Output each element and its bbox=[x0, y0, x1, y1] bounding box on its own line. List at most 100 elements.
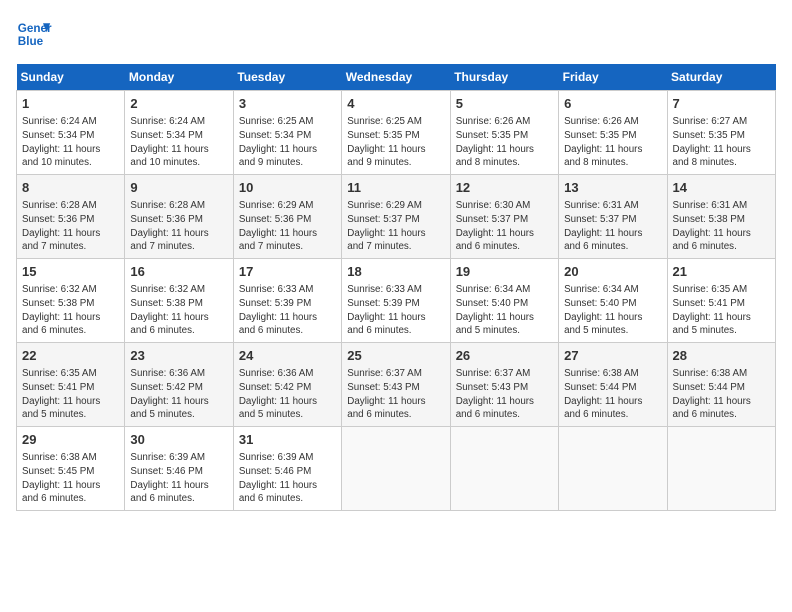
cell-info: Sunrise: 6:28 AM Sunset: 5:36 PM Dayligh… bbox=[130, 199, 227, 254]
day-number: 5 bbox=[456, 95, 553, 113]
day-number: 25 bbox=[347, 347, 444, 365]
cell-info: Sunrise: 6:29 AM Sunset: 5:37 PM Dayligh… bbox=[347, 199, 444, 254]
cell-info: Sunrise: 6:34 AM Sunset: 5:40 PM Dayligh… bbox=[564, 283, 661, 338]
calendar-cell: 21 Sunrise: 6:35 AM Sunset: 5:41 PM Dayli… bbox=[667, 259, 775, 343]
day-header-wednesday: Wednesday bbox=[342, 64, 450, 91]
cell-info: Sunrise: 6:38 AM Sunset: 5:45 PM Dayligh… bbox=[22, 451, 119, 506]
day-header-thursday: Thursday bbox=[450, 64, 558, 91]
calendar-cell: 5 Sunrise: 6:26 AM Sunset: 5:35 PM Daylig… bbox=[450, 91, 558, 175]
cell-info: Sunrise: 6:34 AM Sunset: 5:40 PM Dayligh… bbox=[456, 283, 553, 338]
cell-info: Sunrise: 6:26 AM Sunset: 5:35 PM Dayligh… bbox=[564, 115, 661, 170]
cell-info: Sunrise: 6:25 AM Sunset: 5:34 PM Dayligh… bbox=[239, 115, 336, 170]
cell-info: Sunrise: 6:31 AM Sunset: 5:37 PM Dayligh… bbox=[564, 199, 661, 254]
cell-info: Sunrise: 6:35 AM Sunset: 5:41 PM Dayligh… bbox=[673, 283, 770, 338]
day-header-friday: Friday bbox=[559, 64, 667, 91]
calendar-cell: 24Sunrise: 6:36 AM Sunset: 5:42 PM Dayli… bbox=[233, 343, 341, 427]
cell-info: Sunrise: 6:24 AM Sunset: 5:34 PM Dayligh… bbox=[130, 115, 227, 170]
calendar-cell: 23 Sunrise: 6:36 AM Sunset: 5:42 PM Dayli… bbox=[125, 343, 233, 427]
calendar-week-row: 22Sunrise: 6:35 AM Sunset: 5:41 PM Dayli… bbox=[17, 343, 776, 427]
day-number: 17 bbox=[239, 263, 336, 281]
calendar-week-row: 1 Sunrise: 6:24 AM Sunset: 5:34 PM Daylig… bbox=[17, 91, 776, 175]
cell-info: Sunrise: 6:29 AM Sunset: 5:36 PM Dayligh… bbox=[239, 199, 336, 254]
cell-info: Sunrise: 6:38 AM Sunset: 5:44 PM Dayligh… bbox=[564, 367, 661, 422]
cell-info: Sunrise: 6:27 AM Sunset: 5:35 PM Dayligh… bbox=[673, 115, 770, 170]
calendar-cell: 2 Sunrise: 6:24 AM Sunset: 5:34 PM Daylig… bbox=[125, 91, 233, 175]
calendar-cell: 14Sunrise: 6:31 AM Sunset: 5:38 PM Dayli… bbox=[667, 175, 775, 259]
day-number: 13 bbox=[564, 179, 661, 197]
day-header-saturday: Saturday bbox=[667, 64, 775, 91]
calendar-cell: 20 Sunrise: 6:34 AM Sunset: 5:40 PM Dayli… bbox=[559, 259, 667, 343]
cell-info: Sunrise: 6:30 AM Sunset: 5:37 PM Dayligh… bbox=[456, 199, 553, 254]
calendar-cell: 22Sunrise: 6:35 AM Sunset: 5:41 PM Dayli… bbox=[17, 343, 125, 427]
calendar-cell: 6 Sunrise: 6:26 AM Sunset: 5:35 PM Daylig… bbox=[559, 91, 667, 175]
day-number: 1 bbox=[22, 95, 119, 113]
day-header-sunday: Sunday bbox=[17, 64, 125, 91]
day-number: 3 bbox=[239, 95, 336, 113]
calendar-cell: 8 Sunrise: 6:28 AM Sunset: 5:36 PM Daylig… bbox=[17, 175, 125, 259]
page-header: General Blue bbox=[16, 16, 776, 52]
calendar-cell bbox=[667, 427, 775, 511]
day-number: 28 bbox=[673, 347, 770, 365]
calendar-cell: 28 Sunrise: 6:38 AM Sunset: 5:44 PM Dayli… bbox=[667, 343, 775, 427]
calendar-cell: 3 Sunrise: 6:25 AM Sunset: 5:34 PM Daylig… bbox=[233, 91, 341, 175]
day-number: 2 bbox=[130, 95, 227, 113]
calendar-cell: 4 Sunrise: 6:25 AM Sunset: 5:35 PM Daylig… bbox=[342, 91, 450, 175]
day-number: 31 bbox=[239, 431, 336, 449]
calendar-week-row: 29 Sunrise: 6:38 AM Sunset: 5:45 PM Dayli… bbox=[17, 427, 776, 511]
day-number: 19 bbox=[456, 263, 553, 281]
day-header-tuesday: Tuesday bbox=[233, 64, 341, 91]
day-number: 20 bbox=[564, 263, 661, 281]
calendar-cell bbox=[450, 427, 558, 511]
calendar-cell bbox=[559, 427, 667, 511]
calendar-week-row: 15 Sunrise: 6:32 AM Sunset: 5:38 PM Dayli… bbox=[17, 259, 776, 343]
day-number: 7 bbox=[673, 95, 770, 113]
calendar-cell: 16Sunrise: 6:32 AM Sunset: 5:38 PM Dayli… bbox=[125, 259, 233, 343]
calendar-cell: 29 Sunrise: 6:38 AM Sunset: 5:45 PM Dayli… bbox=[17, 427, 125, 511]
cell-info: Sunrise: 6:38 AM Sunset: 5:44 PM Dayligh… bbox=[673, 367, 770, 422]
cell-info: Sunrise: 6:36 AM Sunset: 5:42 PM Dayligh… bbox=[130, 367, 227, 422]
calendar-cell: 31 Sunrise: 6:39 AM Sunset: 5:46 PM Dayli… bbox=[233, 427, 341, 511]
calendar-cell bbox=[342, 427, 450, 511]
cell-info: Sunrise: 6:32 AM Sunset: 5:38 PM Dayligh… bbox=[130, 283, 227, 338]
cell-info: Sunrise: 6:28 AM Sunset: 5:36 PM Dayligh… bbox=[22, 199, 119, 254]
cell-info: Sunrise: 6:37 AM Sunset: 5:43 PM Dayligh… bbox=[347, 367, 444, 422]
day-number: 21 bbox=[673, 263, 770, 281]
cell-info: Sunrise: 6:24 AM Sunset: 5:34 PM Dayligh… bbox=[22, 115, 119, 170]
calendar-cell: 15 Sunrise: 6:32 AM Sunset: 5:38 PM Dayli… bbox=[17, 259, 125, 343]
logo-icon: General Blue bbox=[16, 16, 52, 52]
day-number: 30 bbox=[130, 431, 227, 449]
day-header-monday: Monday bbox=[125, 64, 233, 91]
day-number: 18 bbox=[347, 263, 444, 281]
svg-text:Blue: Blue bbox=[18, 35, 44, 48]
calendar-header-row: SundayMondayTuesdayWednesdayThursdayFrid… bbox=[17, 64, 776, 91]
day-number: 26 bbox=[456, 347, 553, 365]
day-number: 10 bbox=[239, 179, 336, 197]
calendar-week-row: 8 Sunrise: 6:28 AM Sunset: 5:36 PM Daylig… bbox=[17, 175, 776, 259]
calendar-cell: 11 Sunrise: 6:29 AM Sunset: 5:37 PM Dayli… bbox=[342, 175, 450, 259]
day-number: 27 bbox=[564, 347, 661, 365]
cell-info: Sunrise: 6:33 AM Sunset: 5:39 PM Dayligh… bbox=[239, 283, 336, 338]
cell-info: Sunrise: 6:33 AM Sunset: 5:39 PM Dayligh… bbox=[347, 283, 444, 338]
day-number: 8 bbox=[22, 179, 119, 197]
cell-info: Sunrise: 6:32 AM Sunset: 5:38 PM Dayligh… bbox=[22, 283, 119, 338]
day-number: 23 bbox=[130, 347, 227, 365]
day-number: 9 bbox=[130, 179, 227, 197]
day-number: 15 bbox=[22, 263, 119, 281]
day-number: 29 bbox=[22, 431, 119, 449]
calendar-cell: 18 Sunrise: 6:33 AM Sunset: 5:39 PM Dayli… bbox=[342, 259, 450, 343]
cell-info: Sunrise: 6:25 AM Sunset: 5:35 PM Dayligh… bbox=[347, 115, 444, 170]
calendar-cell: 7 Sunrise: 6:27 AM Sunset: 5:35 PM Daylig… bbox=[667, 91, 775, 175]
calendar-table: SundayMondayTuesdayWednesdayThursdayFrid… bbox=[16, 64, 776, 511]
calendar-cell: 12 Sunrise: 6:30 AM Sunset: 5:37 PM Dayli… bbox=[450, 175, 558, 259]
calendar-cell: 19 Sunrise: 6:34 AM Sunset: 5:40 PM Dayli… bbox=[450, 259, 558, 343]
cell-info: Sunrise: 6:39 AM Sunset: 5:46 PM Dayligh… bbox=[130, 451, 227, 506]
day-number: 4 bbox=[347, 95, 444, 113]
cell-info: Sunrise: 6:26 AM Sunset: 5:35 PM Dayligh… bbox=[456, 115, 553, 170]
day-number: 12 bbox=[456, 179, 553, 197]
calendar-cell: 10 Sunrise: 6:29 AM Sunset: 5:36 PM Dayli… bbox=[233, 175, 341, 259]
calendar-cell: 17 Sunrise: 6:33 AM Sunset: 5:39 PM Dayli… bbox=[233, 259, 341, 343]
day-number: 6 bbox=[564, 95, 661, 113]
cell-info: Sunrise: 6:31 AM Sunset: 5:38 PM Dayligh… bbox=[673, 199, 770, 254]
day-number: 11 bbox=[347, 179, 444, 197]
cell-info: Sunrise: 6:39 AM Sunset: 5:46 PM Dayligh… bbox=[239, 451, 336, 506]
